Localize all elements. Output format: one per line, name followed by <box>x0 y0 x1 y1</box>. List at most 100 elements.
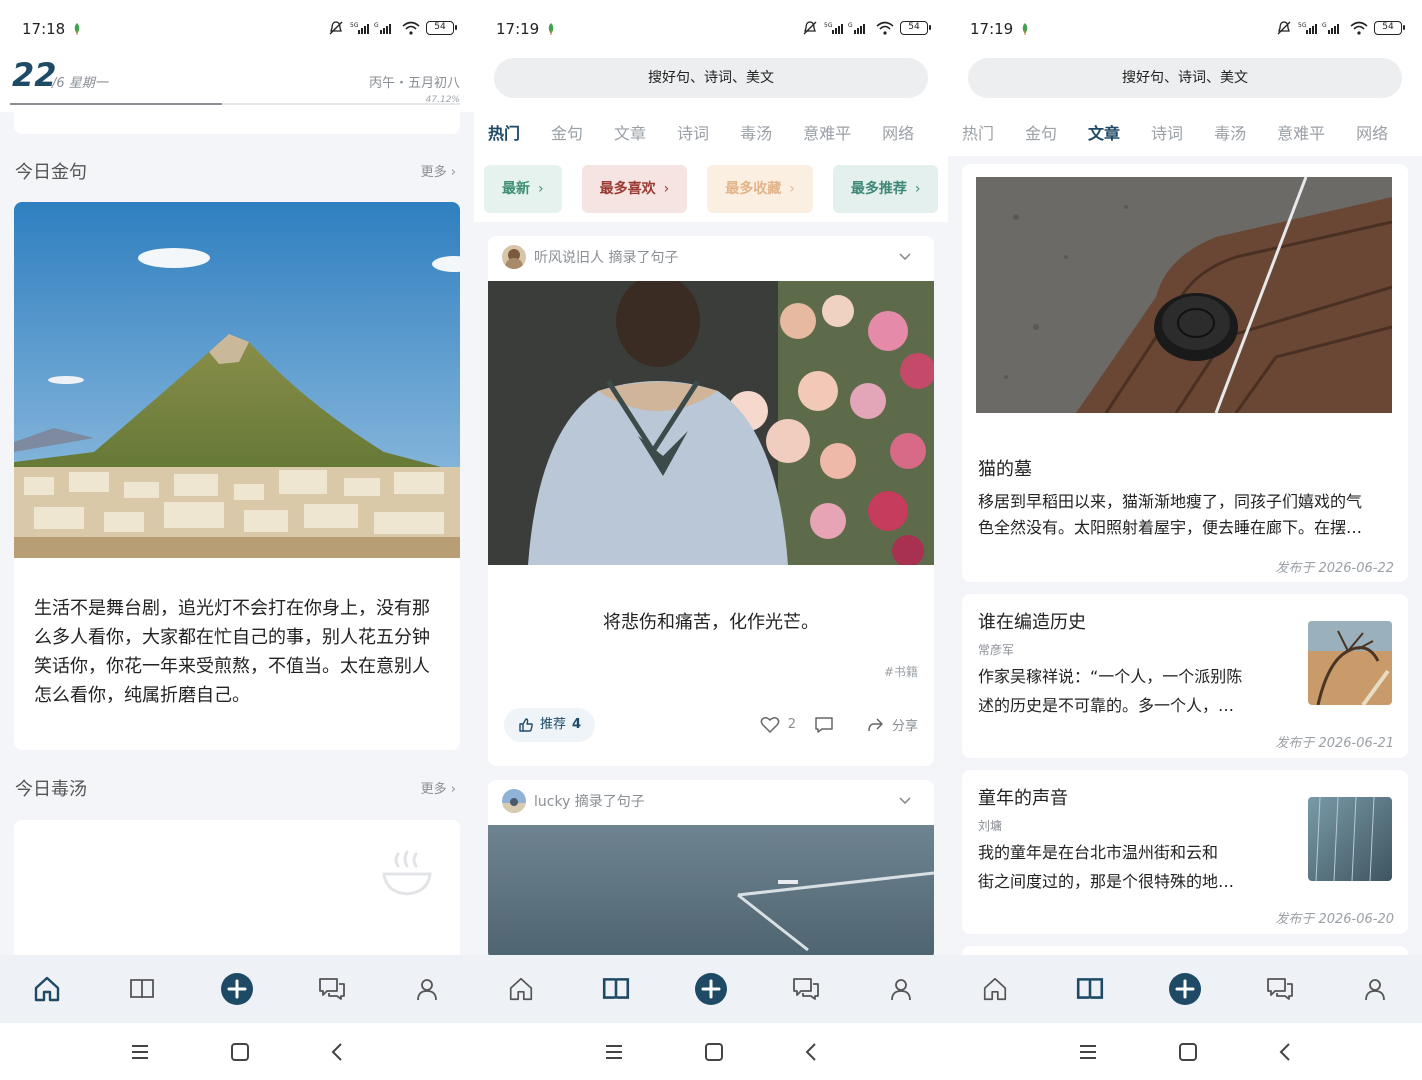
comment-icon[interactable] <box>814 716 834 734</box>
book-icon <box>130 979 155 999</box>
svg-text:5G: 5G <box>1298 22 1307 29</box>
tab-hot[interactable]: 热门 <box>488 120 520 144</box>
share-icon[interactable] <box>866 717 884 733</box>
year-progress-bar <box>10 103 460 105</box>
leaf-icon <box>74 23 80 35</box>
nav-add[interactable] <box>217 969 257 1009</box>
tab-golden[interactable]: 金句 <box>1025 120 1057 144</box>
chip-most-recommended[interactable]: 最多推荐 › <box>832 165 939 213</box>
nav-profile[interactable] <box>881 969 921 1009</box>
back-icon[interactable] <box>804 1042 818 1062</box>
chip-most-favorited[interactable]: 最多收藏 › <box>707 165 813 213</box>
article-excerpt-line2: 述的历史是不可靠的。多一个人，… <box>978 696 1235 715</box>
home-button-icon[interactable] <box>704 1042 724 1062</box>
nav-add[interactable] <box>691 969 731 1009</box>
tab-network[interactable]: 网络 <box>882 120 914 144</box>
wifi-icon <box>876 21 894 35</box>
nav-home[interactable] <box>975 969 1015 1009</box>
section-title-golden: 今日金句 <box>15 162 87 183</box>
mute-icon <box>329 21 343 35</box>
post-card[interactable]: 听风说旧人 摘录了句子 将悲伤和痛苦，化作光芒。 #书籍 推荐 4 2 分享 <box>488 236 934 766</box>
screen-home: 17:18 5G G 54 22 /6 星期一 丙午・五月初八 47.12% 今日… <box>0 0 474 1080</box>
article-date: 发布于 2026-06-20 <box>1275 912 1394 927</box>
heart-icon[interactable] <box>760 716 780 734</box>
home-icon <box>984 977 1007 1001</box>
status-time: 17:19 <box>970 20 1014 38</box>
article-card[interactable]: 谁在编造历史 常彦军 作家吴稼祥说：“一个人，一个派别陈 述的历史是不可靠的。多… <box>962 594 1408 758</box>
bottom-nav <box>948 955 1422 1023</box>
like-count: 2 <box>787 717 796 732</box>
post-image <box>488 825 934 960</box>
menu-icon[interactable] <box>604 1044 624 1060</box>
tab-poetry[interactable]: 诗词 <box>677 120 709 144</box>
nav-home[interactable] <box>501 969 541 1009</box>
status-icons: 5G G 54 <box>328 20 457 36</box>
thumbs-up-icon <box>519 718 533 732</box>
nav-read[interactable] <box>596 969 636 1009</box>
article-card[interactable]: 童年的声音 刘墉 我的童年是在台北市温州街和云和 街之间度过的，那是个很特殊的地… <box>962 770 1408 934</box>
post-text: 将悲伤和痛苦，化作光芒。 <box>603 612 819 633</box>
golden-quote-card[interactable]: 生活不是舞台剧，追光灯不会打在你身上，没有那么多人看你，大家都在忙自己的事，别人… <box>14 202 460 750</box>
share-label[interactable]: 分享 <box>892 715 918 734</box>
chevron-down-icon[interactable] <box>898 794 912 808</box>
svg-text:5G: 5G <box>350 22 359 29</box>
article-author: 刘墉 <box>978 819 1003 833</box>
poison-soup-card[interactable] <box>14 820 460 960</box>
sort-chips: 最新 › 最多喜欢 › 最多收藏 › 最多推荐 › <box>484 165 948 213</box>
avatar[interactable] <box>502 789 526 813</box>
article-excerpt-line1: 我的童年是在台北市温州街和云和 <box>978 843 1219 862</box>
nav-profile[interactable] <box>407 969 447 1009</box>
status-icons: 5G G 54 <box>1276 20 1405 36</box>
article-author: 常彦军 <box>978 643 1015 657</box>
tab-article[interactable]: 文章 <box>614 120 646 144</box>
chevron-down-icon[interactable] <box>898 250 912 264</box>
menu-icon[interactable] <box>130 1044 150 1060</box>
nav-community[interactable] <box>1260 969 1300 1009</box>
nav-community[interactable] <box>312 969 352 1009</box>
chip-most-liked[interactable]: 最多喜欢 › <box>581 165 688 213</box>
nav-community[interactable] <box>786 969 826 1009</box>
home-button-icon[interactable] <box>1178 1042 1198 1062</box>
article-card[interactable]: 猫的墓 移居到早稻田以来，猫渐渐地瘦了，同孩子们嬉戏的气 色全然没有。太阳照射着… <box>962 164 1408 582</box>
quote-image <box>14 202 460 558</box>
tab-hot[interactable]: 热门 <box>962 120 994 144</box>
nav-read[interactable] <box>1070 969 1110 1009</box>
recommend-button[interactable]: 推荐 4 <box>504 708 596 742</box>
tab-poison[interactable]: 毒汤 <box>1214 120 1246 144</box>
tab-golden[interactable]: 金句 <box>551 120 583 144</box>
chat-icon <box>318 978 345 1000</box>
signal-icon: 5G G <box>350 22 391 34</box>
nav-profile[interactable] <box>1355 969 1395 1009</box>
system-nav <box>948 1023 1422 1080</box>
back-icon[interactable] <box>330 1042 344 1062</box>
menu-icon[interactable] <box>1078 1044 1098 1060</box>
tab-regret[interactable]: 意难平 <box>803 120 851 144</box>
status-icons: 5G G 54 <box>802 20 931 36</box>
tab-regret[interactable]: 意难平 <box>1277 120 1325 144</box>
back-icon[interactable] <box>1278 1042 1292 1062</box>
avatar[interactable] <box>502 245 526 269</box>
article-title: 童年的声音 <box>978 788 1068 809</box>
home-button-icon[interactable] <box>230 1042 250 1062</box>
home-icon <box>510 977 533 1001</box>
poison-more-link[interactable]: 更多 › <box>421 778 456 797</box>
chip-latest[interactable]: 最新 › <box>484 165 562 213</box>
tab-poison[interactable]: 毒汤 <box>740 120 772 144</box>
search-bar[interactable]: 搜好句、诗词、美文 <box>494 58 928 98</box>
tab-network[interactable]: 网络 <box>1356 120 1388 144</box>
wifi-icon <box>1350 21 1368 35</box>
golden-more-link[interactable]: 更多 › <box>421 161 456 180</box>
screen-discover-hot: 17:19 5G G 54 搜好句、诗词、美文 热门 金句 文章 诗词 毒汤 意难… <box>474 0 948 1080</box>
nav-home[interactable] <box>27 969 67 1009</box>
status-time: 17:19 <box>496 20 540 38</box>
tab-poetry[interactable]: 诗词 <box>1151 120 1183 144</box>
nav-read[interactable] <box>122 969 162 1009</box>
status-bar: 17:19 5G G 54 <box>948 0 1422 58</box>
screen-discover-articles: 17:19 5G G 54 搜好句、诗词、美文 热门 金句 文章 诗词 毒汤 意难… <box>948 0 1422 1080</box>
article-excerpt-line2: 色全然没有。太阳照射着屋宇，便去睡在廊下。在摆… <box>978 518 1363 537</box>
post-card[interactable]: lucky 摘录了句子 <box>488 780 934 960</box>
search-bar[interactable]: 搜好句、诗词、美文 <box>968 58 1402 98</box>
nav-add[interactable] <box>1165 969 1205 1009</box>
post-tag[interactable]: #书籍 <box>884 663 918 680</box>
tab-article[interactable]: 文章 <box>1088 120 1120 144</box>
